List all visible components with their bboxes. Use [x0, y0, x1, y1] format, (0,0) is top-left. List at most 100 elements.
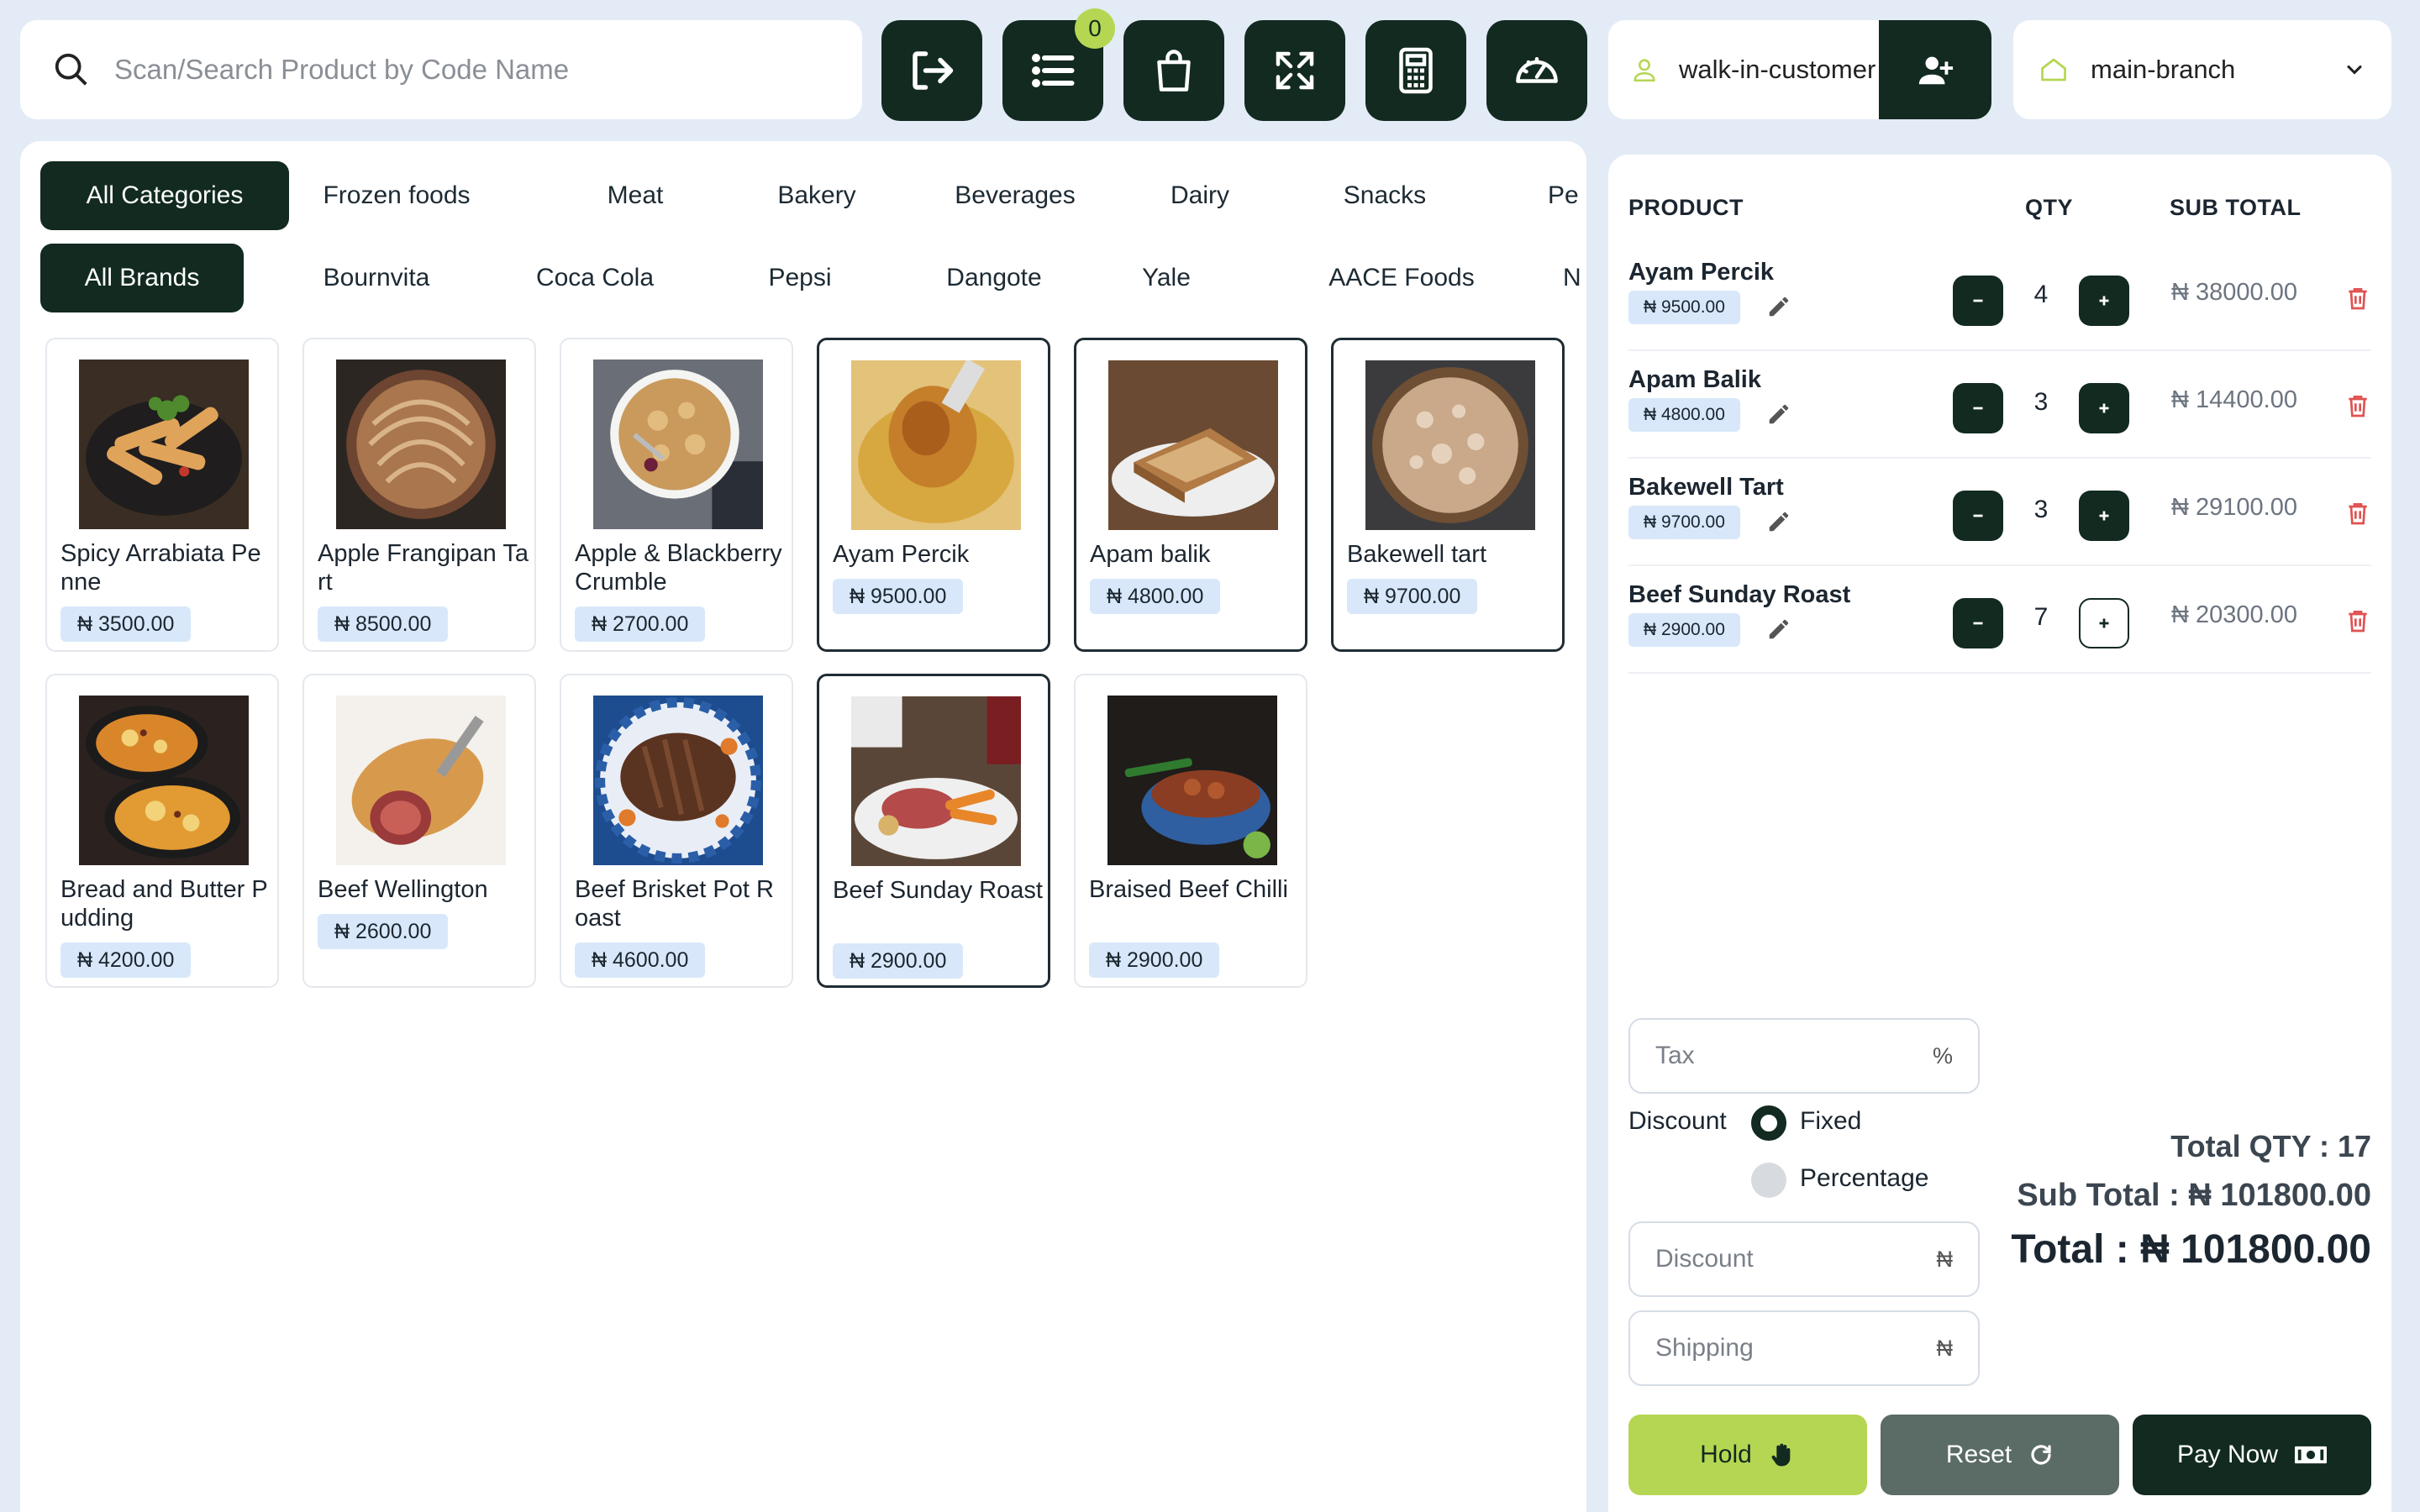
product-card[interactable]: Beef Sunday Roast ₦ 2900.00	[817, 674, 1050, 988]
percent-suffix: %	[1932, 1042, 1953, 1068]
trash-icon[interactable]	[2344, 499, 2371, 528]
trash-icon[interactable]	[2344, 606, 2371, 635]
brand-dangote[interactable]: Dangote	[914, 244, 1074, 312]
product-card[interactable]: Bread and Butter Pudding ₦ 4200.00	[45, 674, 279, 988]
exit-button[interactable]	[881, 20, 982, 121]
increase-qty-button[interactable]	[2079, 276, 2129, 326]
calculator-icon	[1399, 47, 1433, 94]
pencil-icon[interactable]	[1766, 617, 1791, 642]
product-card[interactable]: Beef Wellington ₦ 2600.00	[302, 674, 536, 988]
brand-yale[interactable]: Yale	[1116, 244, 1217, 312]
discount-field: ₦	[1628, 1221, 1980, 1297]
shopping-bag-button[interactable]	[1123, 20, 1224, 121]
category-bakery[interactable]: Bakery	[748, 161, 886, 230]
product-image	[1107, 696, 1277, 865]
brand-all[interactable]: All Brands	[40, 244, 244, 312]
brand-bournvita[interactable]: Bournvita	[292, 244, 460, 312]
product-card[interactable]: Bakewell tart ₦ 9700.00	[1331, 338, 1565, 652]
dashboard-button[interactable]	[1486, 20, 1587, 121]
currency-suffix: ₦	[1936, 1335, 1954, 1361]
product-price: ₦ 4200.00	[60, 942, 192, 978]
discount-input[interactable]	[1655, 1245, 1937, 1273]
product-price: ₦ 2900.00	[833, 943, 964, 979]
product-panel: All Categories Frozen foods Meat Bakery …	[20, 141, 1586, 1512]
brand-overflow[interactable]: N	[1563, 244, 1586, 312]
cart-row: Apam Balik ₦ 4800.00 3 ₦ 14400.00	[1628, 351, 2371, 459]
tax-input[interactable]	[1655, 1042, 1933, 1070]
decrease-qty-button[interactable]	[1953, 383, 2003, 433]
product-price: ₦ 2900.00	[1089, 942, 1220, 978]
product-name: Apam balik	[1090, 541, 1211, 568]
customer-name: walk-in-customer	[1679, 55, 1876, 84]
decrease-qty-button[interactable]	[1953, 276, 2003, 326]
cart-item-price: ₦ 9700.00	[1628, 506, 1740, 539]
product-name: Bakewell tart	[1347, 541, 1487, 568]
discount-fixed-radio[interactable]	[1751, 1105, 1786, 1141]
product-price: ₦ 9700.00	[1347, 579, 1478, 614]
pay-now-button[interactable]: Pay Now	[2133, 1415, 2371, 1495]
increase-qty-button[interactable]	[2079, 598, 2129, 648]
held-orders-button[interactable]: 0	[1002, 8, 1115, 121]
calculator-button[interactable]	[1365, 20, 1466, 121]
category-dairy[interactable]: Dairy	[1133, 161, 1267, 230]
product-image	[1365, 360, 1535, 530]
add-customer-button[interactable]	[1879, 20, 1991, 119]
shipping-input[interactable]	[1655, 1334, 1937, 1362]
category-frozen-foods[interactable]: Frozen foods	[296, 161, 497, 230]
pencil-icon[interactable]	[1766, 509, 1791, 534]
trash-icon[interactable]	[2344, 284, 2371, 312]
product-image	[1108, 360, 1278, 530]
sub-total: Sub Total : ₦ 101800.00	[2017, 1178, 2371, 1213]
brand-coca-cola[interactable]: Coca Cola	[502, 244, 687, 312]
search-bar	[20, 20, 862, 119]
product-name: Apple Frangipan Tart	[318, 540, 529, 596]
branch-select[interactable]: main-branch	[2013, 20, 2391, 119]
pay-now-label: Pay Now	[2176, 1441, 2279, 1468]
cart-item-subtotal: ₦ 29100.00	[2171, 494, 2297, 521]
product-card[interactable]: Apam balik ₦ 4800.00	[1074, 338, 1307, 652]
category-beverages[interactable]: Beverages	[923, 161, 1107, 230]
brand-pepsi[interactable]: Pepsi	[741, 244, 859, 312]
discount-percentage-radio[interactable]	[1751, 1163, 1786, 1198]
product-price: ₦ 3500.00	[60, 606, 192, 642]
reset-label: Reset	[1945, 1441, 2012, 1468]
hold-button[interactable]: Hold	[1628, 1415, 1867, 1495]
discount-percentage-label: Percentage	[1800, 1164, 1929, 1192]
reset-button[interactable]: Reset	[1881, 1415, 2119, 1495]
category-overflow[interactable]: Pe	[1548, 161, 1586, 230]
product-card[interactable]: Braised Beef Chilli ₦ 2900.00	[1074, 674, 1307, 988]
product-card[interactable]: Spicy Arrabiata Penne ₦ 3500.00	[45, 338, 279, 652]
category-meat[interactable]: Meat	[568, 161, 702, 230]
increase-qty-button[interactable]	[2079, 383, 2129, 433]
category-all[interactable]: All Categories	[40, 161, 289, 230]
cart-item-subtotal: ₦ 38000.00	[2171, 279, 2297, 306]
trash-icon[interactable]	[2344, 391, 2371, 420]
decrease-qty-button[interactable]	[1953, 598, 2003, 648]
pencil-icon[interactable]	[1766, 294, 1791, 319]
hold-label: Hold	[1700, 1441, 1752, 1468]
tax-field: %	[1628, 1018, 1980, 1094]
brand-aace-foods[interactable]: AACE Foods	[1301, 244, 1502, 312]
product-image	[79, 360, 249, 529]
pencil-icon[interactable]	[1766, 402, 1791, 427]
list-icon	[1032, 53, 1075, 88]
category-snacks[interactable]: Snacks	[1318, 161, 1452, 230]
product-card[interactable]: Beef Brisket Pot Roast ₦ 4600.00	[560, 674, 793, 988]
fullscreen-button[interactable]	[1244, 20, 1345, 121]
search-input[interactable]	[114, 54, 803, 86]
minus-icon	[1973, 514, 1983, 517]
decrease-qty-button[interactable]	[1953, 491, 2003, 541]
product-name: Ayam Percik	[833, 541, 970, 568]
discount-fixed-label: Fixed	[1800, 1107, 1862, 1135]
home-icon	[2041, 58, 2066, 81]
product-image	[851, 696, 1021, 866]
product-card[interactable]: Ayam Percik ₦ 9500.00	[817, 338, 1050, 652]
cart-row: Ayam Percik ₦ 9500.00 4 ₦ 38000.00	[1628, 244, 2371, 351]
refresh-icon	[2031, 1445, 2051, 1465]
product-image	[336, 696, 506, 865]
increase-qty-button[interactable]	[2079, 491, 2129, 541]
product-card[interactable]: Apple & Blackberry Crumble ₦ 2700.00	[560, 338, 793, 652]
product-card[interactable]: Apple Frangipan Tart ₦ 8500.00	[302, 338, 536, 652]
customer-select[interactable]: walk-in-customer	[1608, 20, 1991, 119]
chevron-down-icon	[2347, 65, 2362, 75]
